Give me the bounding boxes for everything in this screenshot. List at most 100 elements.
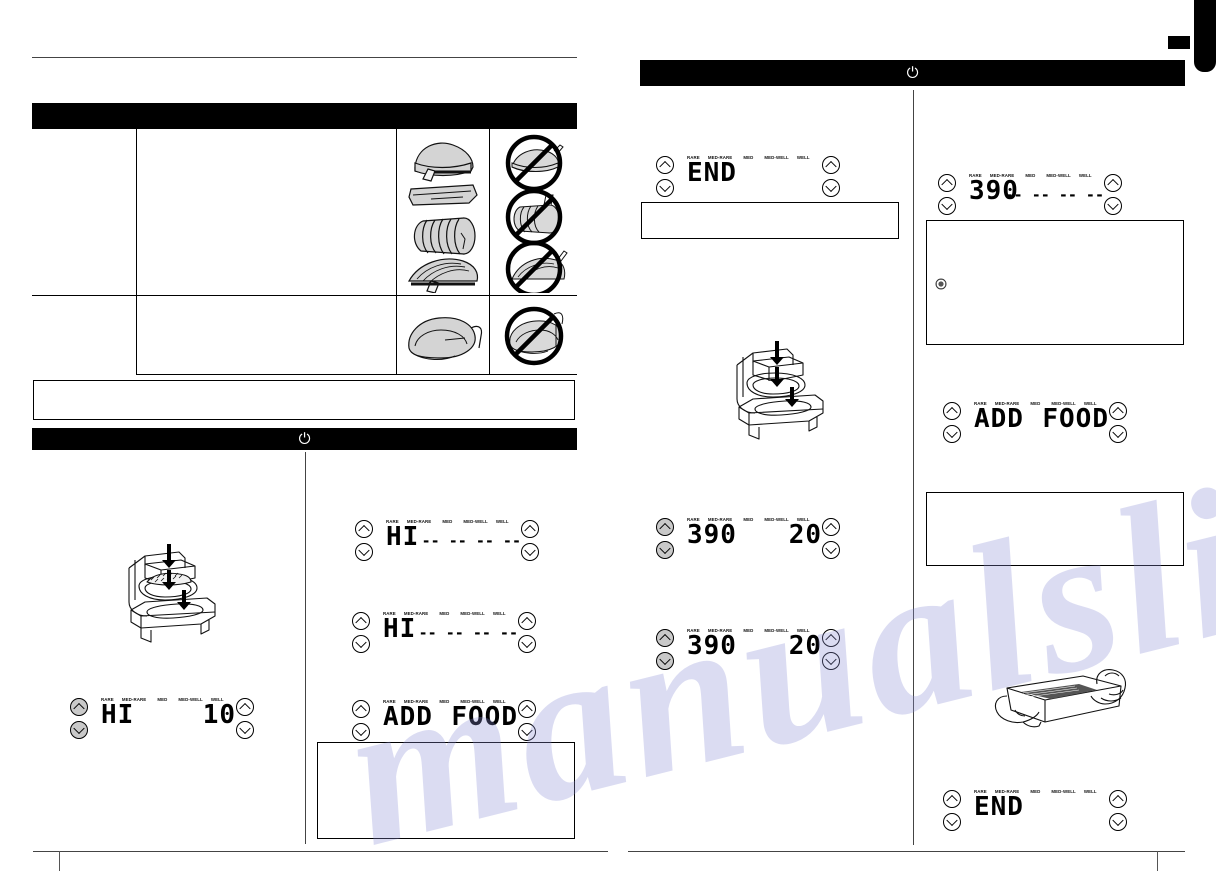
left-arrow-group [656,629,676,670]
time-up-button[interactable] [1109,402,1127,420]
time-up-button[interactable] [1109,790,1127,808]
temp-down-button[interactable] [352,723,370,741]
time-down-button[interactable] [822,179,840,197]
temp-up-button[interactable] [656,629,674,647]
page-edge-tab [1194,0,1216,72]
temp-readout: HI [386,522,420,552]
message-readout-right: FOOD [451,702,518,732]
temp-down-button[interactable] [938,197,956,215]
time-dashes: -- -- -- -- [418,624,518,642]
message-readout-left: ADD [974,404,1024,434]
right-arrow-group [518,700,538,741]
temp-readout: 390 [687,520,737,550]
message-readout-left: ADD [383,702,433,732]
temp-down-button[interactable] [656,652,674,670]
page-edge-mark [1168,36,1190,49]
temp-up-button[interactable] [352,612,370,630]
temp-readout: 390 [687,631,737,661]
temp-down-button[interactable] [656,179,674,197]
message-readout-right: FOOD [1042,404,1109,434]
right-section-band: ⏻ [640,60,1185,86]
left-arrow-group [938,174,958,215]
time-up-button[interactable] [1104,174,1122,192]
left-page-note-box [33,380,575,420]
left-page-footer-rule [33,851,608,852]
left-arrow-group [656,156,676,197]
table-row2-no-image-cell [490,296,577,375]
table-header-band [32,103,577,129]
temp-down-button[interactable] [70,721,88,739]
left-arrow-group [355,520,375,561]
table-row1-no-image-cell [490,129,577,296]
time-down-button[interactable] [822,541,840,559]
left-arrow-group [656,518,676,559]
time-readout: 20 [788,631,822,661]
time-up-button[interactable] [822,629,840,647]
left-arrow-group [943,790,963,831]
time-down-button[interactable] [521,543,539,561]
temp-up-button[interactable] [943,402,961,420]
time-dashes: -- -- -- -- [421,532,521,550]
table-row1-ok-image-cell [397,129,490,296]
temp-up-button[interactable] [938,174,956,192]
time-down-button[interactable] [1104,197,1122,215]
time-up-button[interactable] [521,520,539,538]
led-screen: RARE MED-RARE MED MED-WELL WELL END [687,152,822,190]
led-screen: RARE MED-RARE MED MED-WELL WELL HI -- --… [383,608,518,646]
temp-up-button[interactable] [352,700,370,718]
time-down-button[interactable] [236,721,254,739]
temp-readout: HI [101,700,135,730]
left-page-header-rule [32,57,577,58]
right-arrow-group [1104,174,1124,215]
grill-open-insert-basket-illustration [713,335,833,445]
temp-up-button[interactable] [656,156,674,174]
temp-up-button[interactable] [70,698,88,716]
power-icon: ⏻ [906,64,919,82]
time-down-button[interactable] [518,635,536,653]
time-down-button[interactable] [822,652,840,670]
temp-up-button[interactable] [943,790,961,808]
temp-up-button[interactable] [656,518,674,536]
left-arrow-group [943,402,963,443]
time-up-button[interactable] [236,698,254,716]
time-up-button[interactable] [822,156,840,174]
temp-down-button[interactable] [355,543,373,561]
right-page-note-box-1 [641,202,899,239]
right-arrow-group [1109,402,1129,443]
temp-up-button[interactable] [355,520,373,538]
led-screen: RARE MED-RARE MED MED-WELL WELL 390 20 [687,625,822,663]
time-down-button[interactable] [1109,813,1127,831]
left-arrow-group [352,612,372,653]
time-up-button[interactable] [518,700,536,718]
temp-down-button[interactable] [352,635,370,653]
message-readout: END [974,792,1024,822]
meat-cuts-probe-prohibited-illustration [496,133,572,293]
whole-poultry-with-probe-illustration [401,304,487,370]
left-arrow-group [70,698,90,739]
time-down-button[interactable] [1109,425,1127,443]
led-screen: RARE MED-RARE MED MED-WELL WELL 390 -- -… [969,170,1104,208]
temp-down-button[interactable] [943,813,961,831]
right-page-column-divider [913,90,914,845]
temp-down-button[interactable] [656,541,674,559]
right-arrow-group [1109,790,1129,831]
time-up-button[interactable] [822,518,840,536]
led-screen: RARE MED-RARE MED MED-WELL WELL 390 20 [687,514,822,552]
right-arrow-group [822,518,842,559]
right-arrow-group [822,629,842,670]
table-row2-ok-image-cell [397,296,490,375]
temp-down-button[interactable] [943,425,961,443]
whole-poultry-probe-prohibited-illustration [498,302,570,370]
hands-holding-basket-with-food-illustration [993,666,1133,736]
table-row1-body-cell [137,129,397,296]
left-page-bottom-note-box [317,742,575,839]
time-up-button[interactable] [518,612,536,630]
time-readout: 20 [788,520,822,550]
table-row2-label-cell [32,296,137,375]
note-bullet-icon [935,278,947,290]
meat-cuts-with-probe-illustration [401,133,487,293]
time-down-button[interactable] [518,723,536,741]
grill-open-insert-basket-with-food-illustration [105,538,225,648]
right-arrow-group [518,612,538,653]
page-right: ⏻ RARE MED-RARE MED MED-WELL WELL END RA… [608,0,1216,893]
